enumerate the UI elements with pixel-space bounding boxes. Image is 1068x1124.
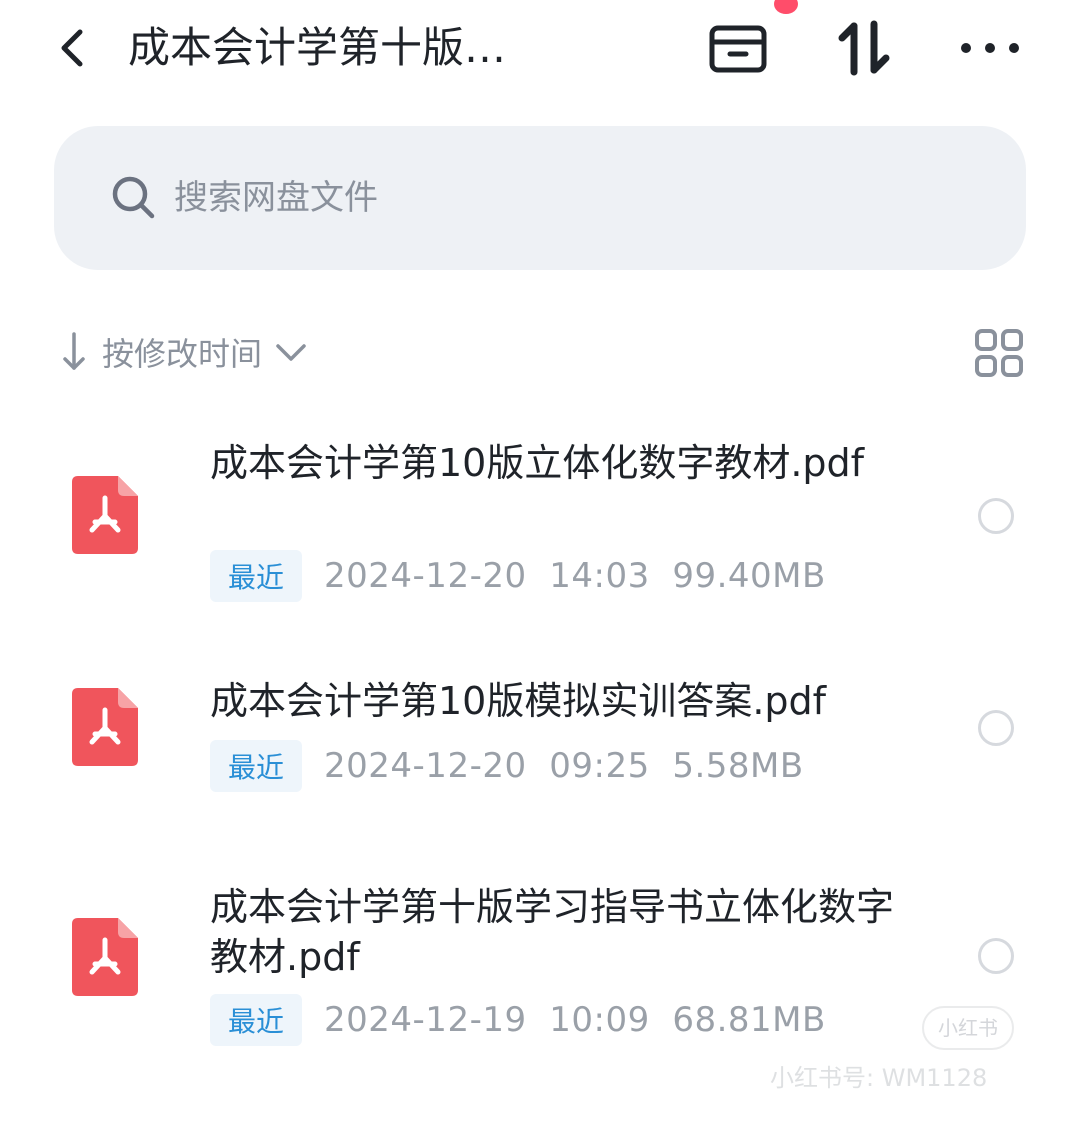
select-radio[interactable] — [978, 938, 1014, 974]
file-date-size: 2024-12-20 14:03 99.40MB — [324, 556, 826, 596]
back-button[interactable] — [52, 22, 92, 74]
sort-by-modified-time[interactable]: 按修改时间 — [60, 328, 308, 376]
grid-view-icon — [975, 329, 1023, 377]
select-radio[interactable] — [978, 710, 1014, 746]
file-item[interactable]: 成本会计学第10版模拟实训答案.pdf 最近 2024-12-20 09:25 … — [0, 674, 1068, 794]
file-item[interactable]: 成本会计学第10版立体化数字教材.pdf 最近 2024-12-20 14:03… — [0, 436, 1068, 606]
chevron-left-icon — [61, 29, 83, 67]
archive-button[interactable] — [706, 18, 770, 78]
search-input[interactable] — [174, 126, 974, 270]
archive-box-icon — [709, 25, 767, 73]
arrow-down-icon — [63, 332, 85, 370]
pdf-icon — [72, 476, 138, 554]
file-meta: 最近 2024-12-19 10:09 68.81MB — [210, 994, 826, 1046]
file-date-size: 2024-12-20 09:25 5.58MB — [324, 746, 804, 786]
search-icon — [112, 176, 155, 219]
notification-dot — [774, 0, 798, 14]
recent-badge: 最近 — [210, 740, 303, 792]
file-meta: 最近 2024-12-20 14:03 99.40MB — [210, 550, 826, 602]
search-bar[interactable] — [54, 126, 1026, 270]
chevron-down-icon — [276, 344, 306, 361]
page-title: 成本会计学第十版… — [128, 23, 507, 72]
file-name: 成本会计学第10版模拟实训答案.pdf — [210, 679, 827, 723]
sort-arrows-icon — [838, 20, 890, 76]
sort-button[interactable] — [834, 18, 894, 78]
watermark-logo: 小红书 — [922, 1006, 1014, 1050]
top-bar: 成本会计学第十版… — [0, 0, 1068, 100]
select-radio[interactable] — [978, 498, 1014, 534]
file-meta: 最近 2024-12-20 09:25 5.58MB — [210, 740, 804, 792]
file-name: 成本会计学第10版立体化数字教材.pdf — [210, 441, 865, 485]
more-button[interactable] — [958, 28, 1022, 68]
grid-view-button[interactable] — [974, 328, 1024, 378]
file-item[interactable]: 成本会计学第十版学习指导书立体化数字教材.pdf 最近 2024-12-19 1… — [0, 880, 1068, 1050]
sort-label: 按修改时间 — [102, 335, 263, 373]
more-horizontal-icon — [961, 43, 1019, 53]
recent-badge: 最近 — [210, 550, 303, 602]
file-name: 成本会计学第十版学习指导书立体化数字教材.pdf — [210, 885, 895, 979]
pdf-icon — [72, 688, 138, 766]
file-date-size: 2024-12-19 10:09 68.81MB — [324, 1000, 826, 1040]
pdf-icon — [72, 918, 138, 996]
recent-badge: 最近 — [210, 994, 303, 1046]
watermark-text: 小红书号: WM1128 — [770, 1064, 988, 1092]
